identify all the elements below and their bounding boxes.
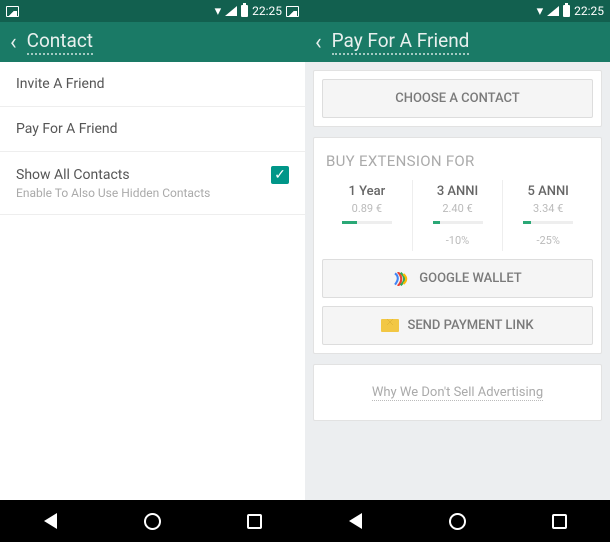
page-title: Contact <box>27 29 93 55</box>
advertising-link-card[interactable]: Why We Don't Sell Advertising <box>313 364 602 421</box>
image-icon <box>286 6 299 17</box>
image-icon <box>6 6 19 17</box>
show-all-contacts-item[interactable]: Show All Contacts ✓ Enable To Also Use H… <box>0 152 305 215</box>
plans-row: 1 Year 0.89 € 3 ANNI 2.40 € -10% 5 ANNI … <box>322 180 593 251</box>
plan-price: 3.34 € <box>505 202 591 215</box>
plan-bar <box>433 221 483 224</box>
google-wallet-button[interactable]: GOOGLE WALLET <box>322 259 593 298</box>
choose-contact-button[interactable]: CHOOSE A CONTACT <box>322 79 593 118</box>
app-bar: ‹ Pay For A Friend <box>305 22 610 62</box>
google-wallet-icon <box>393 272 411 286</box>
choose-contact-card: CHOOSE A CONTACT <box>313 70 602 127</box>
nav-back-button[interactable] <box>343 508 369 534</box>
pay-for-friend-item[interactable]: Pay For A Friend <box>0 107 305 152</box>
invite-friend-item[interactable]: Invite A Friend <box>0 62 305 107</box>
nav-back-button[interactable] <box>38 508 64 534</box>
status-bar: ▾ 22:25 <box>305 0 610 22</box>
battery-icon <box>241 5 248 17</box>
nav-recent-button[interactable] <box>546 508 572 534</box>
button-label: GOOGLE WALLET <box>419 271 521 286</box>
plan-label: 5 ANNI <box>505 184 591 199</box>
status-time: 22:25 <box>574 4 604 18</box>
link-label: Why We Don't Sell Advertising <box>372 385 543 401</box>
nav-bar <box>0 500 305 542</box>
back-icon[interactable]: ‹ <box>10 30 17 55</box>
send-payment-link-button[interactable]: SEND PAYMENT LINK <box>322 306 593 345</box>
plan-discount: -25% <box>505 234 591 247</box>
nav-home-button[interactable] <box>139 508 165 534</box>
content-area: Invite A Friend Pay For A Friend Show Al… <box>0 62 305 500</box>
plan-1-year[interactable]: 1 Year 0.89 € <box>322 180 413 251</box>
nav-recent-button[interactable] <box>241 508 267 534</box>
button-label: CHOOSE A CONTACT <box>395 91 519 106</box>
plan-3-anni[interactable]: 3 ANNI 2.40 € -10% <box>413 180 504 251</box>
buy-extension-card: BUY EXTENSION FOR 1 Year 0.89 € 3 ANNI 2… <box>313 137 602 354</box>
list-item-label: Invite A Friend <box>16 76 105 92</box>
left-screen: ▾ 22:25 ‹ Contact Invite A Friend Pay Fo… <box>0 0 305 542</box>
button-label: SEND PAYMENT LINK <box>407 318 533 333</box>
plan-price: 2.40 € <box>415 202 501 215</box>
content-area: CHOOSE A CONTACT BUY EXTENSION FOR 1 Yea… <box>305 62 610 500</box>
right-screen: ▾ 22:25 ‹ Pay For A Friend CHOOSE A CONT… <box>305 0 610 542</box>
status-time: 22:25 <box>252 4 282 18</box>
checkbox-icon[interactable]: ✓ <box>271 166 289 184</box>
list-item-label: Show All Contacts <box>16 167 130 183</box>
app-bar: ‹ Contact <box>0 22 305 62</box>
signal-icon <box>547 6 559 16</box>
nav-home-button[interactable] <box>444 508 470 534</box>
plan-label: 3 ANNI <box>415 184 501 199</box>
page-title: Pay For A Friend <box>332 29 470 55</box>
signal-icon <box>225 6 237 16</box>
plan-bar <box>342 221 392 224</box>
plan-price: 0.89 € <box>324 202 410 215</box>
battery-icon <box>563 5 570 17</box>
status-bar: ▾ 22:25 <box>0 0 305 22</box>
plan-discount: -10% <box>415 234 501 247</box>
back-icon[interactable]: ‹ <box>315 30 322 55</box>
envelope-icon <box>381 319 399 332</box>
plan-bar <box>523 221 573 224</box>
plan-label: 1 Year <box>324 184 410 199</box>
list-item-sublabel: Enable To Also Use Hidden Contacts <box>16 186 289 200</box>
wifi-icon: ▾ <box>215 4 222 19</box>
card-heading: BUY EXTENSION FOR <box>322 146 593 180</box>
plan-5-anni[interactable]: 5 ANNI 3.34 € -25% <box>503 180 593 251</box>
nav-bar <box>305 500 610 542</box>
wifi-icon: ▾ <box>537 4 544 19</box>
list-item-label: Pay For A Friend <box>16 121 118 137</box>
